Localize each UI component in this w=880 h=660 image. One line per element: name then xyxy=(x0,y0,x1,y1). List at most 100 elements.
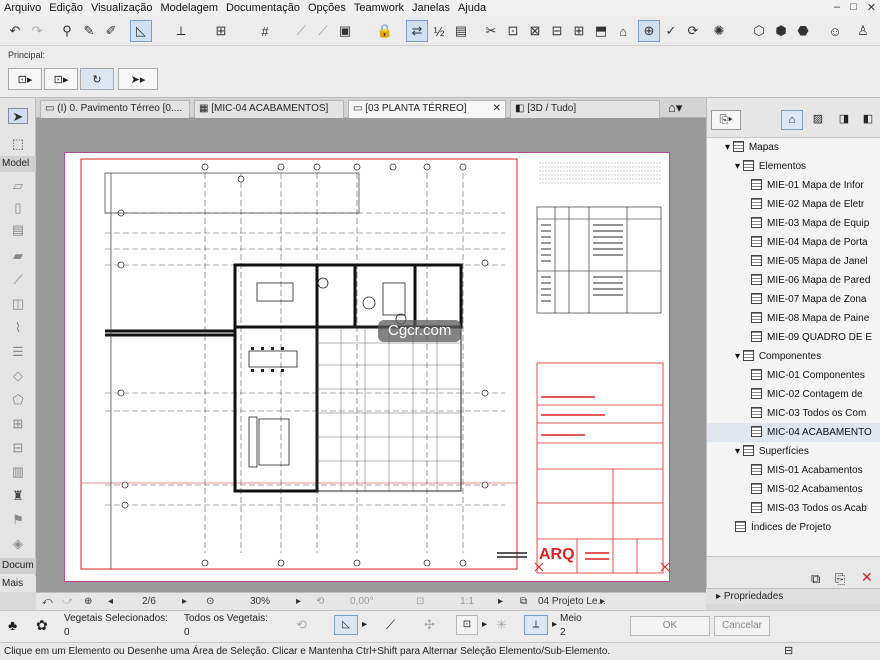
layout-name[interactable]: 04 Projeto Le... xyxy=(538,593,606,611)
project-map-icon[interactable]: ⌂ xyxy=(781,110,803,130)
navigator-group[interactable]: ▾ Superfícies xyxy=(707,442,880,461)
navigator-item[interactable]: MIS-03 Todos os Acab xyxy=(707,499,880,518)
navigator-item[interactable]: MIC-04 ACABAMENTO xyxy=(707,423,880,442)
delete-icon[interactable]: ✕ xyxy=(861,569,873,586)
render-icon[interactable]: ✺ xyxy=(708,20,730,42)
layout-book-icon[interactable]: ◨ xyxy=(833,110,855,130)
arrow-tool-button[interactable]: ➤▸ xyxy=(118,68,158,90)
special-snap-icon[interactable]: ⟂ xyxy=(524,615,548,635)
zone-tool-icon[interactable]: ⊞ xyxy=(8,416,28,432)
navigator-group[interactable]: ▾ Componentes xyxy=(707,347,880,366)
navigator-item[interactable]: MIE-01 Mapa de Infor xyxy=(707,176,880,195)
lock-icon[interactable]: 🔒 xyxy=(374,20,396,42)
selection-method-button[interactable]: ⊡▸ xyxy=(8,68,42,90)
worksheet-icon[interactable]: ⊞ xyxy=(568,20,590,42)
menu-item[interactable]: Arquivo xyxy=(0,2,45,14)
minimize-icon[interactable]: – xyxy=(834,1,840,14)
navigator-item[interactable]: MIE-02 Mapa de Eletr xyxy=(707,195,880,214)
back-icon[interactable]: ⤺ xyxy=(42,593,53,611)
zoom-in-icon[interactable]: ⊕ xyxy=(84,593,92,611)
guide-lines-icon[interactable]: ◺ xyxy=(130,20,152,42)
3d-rotate-icon[interactable]: ⬣ xyxy=(792,20,814,42)
view-map-icon[interactable]: ▨ xyxy=(807,110,829,130)
stair-tool-icon[interactable]: ⌇ xyxy=(8,320,28,336)
zoom-dropdown-icon[interactable]: ▸ xyxy=(296,593,301,611)
navigator-item[interactable]: MIE-09 QUADRO DE E xyxy=(707,328,880,347)
toolbox-section-more[interactable]: Mais xyxy=(0,576,36,592)
navigator-item[interactable]: MIS-02 Acabamentos xyxy=(707,480,880,499)
forward-icon[interactable]: ⤻ xyxy=(62,593,73,611)
navigator-item[interactable]: MIC-03 Todos os Com xyxy=(707,404,880,423)
navigator-item[interactable]: MIC-02 Contagem de xyxy=(707,385,880,404)
navigator-item[interactable]: MIE-08 Mapa de Paine xyxy=(707,309,880,328)
layout-sheet[interactable]: ARQ xyxy=(64,152,670,582)
prev-page-icon[interactable]: ◂ xyxy=(108,593,113,611)
layers-icon[interactable]: ▣ xyxy=(334,20,356,42)
cancel-button[interactable]: Cancelar xyxy=(714,616,770,636)
column-tool-icon[interactable]: ▯ xyxy=(8,200,28,216)
navigator-item[interactable]: MIE-07 Mapa de Zona xyxy=(707,290,880,309)
layer-combo-icon[interactable]: ▸ xyxy=(498,593,503,611)
navigator-item[interactable]: MIE-04 Mapa de Porta xyxy=(707,233,880,252)
zoom-level[interactable]: 30% xyxy=(250,593,270,611)
navigator-popup-icon[interactable]: ⌂▾ xyxy=(668,100,682,116)
navigator-group[interactable]: Índices de Projeto xyxy=(707,518,880,537)
menu-item[interactable]: Documentação xyxy=(222,2,304,14)
navigator-item[interactable]: MIE-06 Mapa de Pared xyxy=(707,271,880,290)
expand-icon[interactable]: ▾ xyxy=(735,161,743,172)
interior-icon[interactable]: ⬒ xyxy=(590,20,612,42)
dimension-icon[interactable]: ½ xyxy=(428,20,450,42)
expand-icon[interactable]: ▾ xyxy=(725,142,733,153)
toolbox-section-model[interactable]: Model xyxy=(0,156,36,172)
tab-layout[interactable]: ▭ [03 PLANTA TÉRREO] ✕ xyxy=(348,100,506,118)
navigator-item[interactable]: MIS-01 Acabamentos xyxy=(707,461,880,480)
railing-tool-icon[interactable]: ☰ xyxy=(8,344,28,360)
menu-item[interactable]: Modelagem xyxy=(157,2,222,14)
navigator-item[interactable]: MIE-05 Mapa de Janel xyxy=(707,252,880,271)
zoom-icon[interactable]: ⊙ xyxy=(206,593,214,611)
rotate-view-button[interactable]: ↻ xyxy=(80,68,114,90)
trace-icon[interactable]: ⇄ xyxy=(406,20,428,42)
next-page-icon[interactable]: ▸ xyxy=(182,593,187,611)
expand-icon[interactable]: ▾ xyxy=(735,446,743,457)
morph-tool-icon[interactable]: ⬠ xyxy=(8,392,28,408)
teamwork-icon[interactable]: ⟳ xyxy=(682,20,704,42)
partial-structure-button[interactable]: ⊡▸ xyxy=(44,68,78,90)
menu-item[interactable]: Edição xyxy=(45,2,87,14)
inject-icon[interactable]: ✐ xyxy=(100,20,122,42)
arrow-tool-icon[interactable]: ➤ xyxy=(8,108,28,124)
guide-dropdown-icon[interactable]: ▸ xyxy=(362,619,367,630)
special-snap-dropdown-icon[interactable]: ▸ xyxy=(552,619,557,630)
navigator-view-button[interactable]: ⎘▸ xyxy=(711,110,741,130)
snap-icon[interactable]: ⟲ xyxy=(296,617,307,633)
guide-toggle-icon[interactable]: ◺ xyxy=(334,615,358,635)
save-view-icon[interactable]: ▤ xyxy=(450,20,472,42)
grid-snap-icon[interactable]: ⊞ xyxy=(210,20,232,42)
publish-icon[interactable]: ✓ xyxy=(660,20,682,42)
tab-floor-plan[interactable]: ▭ (I) 0. Pavimento Térreo [0.... xyxy=(40,100,190,118)
elevation-icon[interactable]: ⊠ xyxy=(524,20,546,42)
section-icon[interactable]: ⊡ xyxy=(502,20,524,42)
slab-tool-icon[interactable]: ▰ xyxy=(8,248,28,264)
publisher-icon[interactable]: ◧ xyxy=(857,110,879,130)
plant-select-icon[interactable]: ✿ xyxy=(36,617,48,634)
perpendicular-icon[interactable]: ⟋ xyxy=(386,617,395,633)
navigator-item[interactable]: MIE-03 Mapa de Equip xyxy=(707,214,880,233)
magic-wand-icon[interactable]: ✳ xyxy=(496,617,507,633)
snap-dropdown-icon[interactable]: ▸ xyxy=(482,619,487,630)
layout-icon[interactable]: ⊕ xyxy=(638,20,660,42)
clone-icon[interactable]: ⎘ xyxy=(835,571,845,587)
layout-dropdown-icon[interactable]: ▸ xyxy=(600,593,605,611)
expand-icon[interactable]: ▾ xyxy=(735,351,743,362)
ok-button[interactable]: OK xyxy=(630,616,710,636)
drawing-canvas[interactable]: ARQ Cgcr.com xyxy=(36,118,706,592)
properties-bar[interactable]: ▸ Propriedades xyxy=(706,588,880,604)
detail-icon[interactable]: ⊟ xyxy=(546,20,568,42)
toolbox-section-document[interactable]: Docum xyxy=(0,558,36,574)
wall-tool-icon[interactable]: ▱ xyxy=(8,178,28,194)
beam-tool-icon[interactable]: ▤ xyxy=(8,222,28,238)
eyedropper-icon[interactable]: ✎ xyxy=(78,20,100,42)
tab-schedule[interactable]: ▦ [MIC-04 ACABAMENTOS] xyxy=(194,100,344,118)
menu-item[interactable]: Janelas xyxy=(408,2,454,14)
menu-item[interactable]: Visualização xyxy=(87,2,157,14)
